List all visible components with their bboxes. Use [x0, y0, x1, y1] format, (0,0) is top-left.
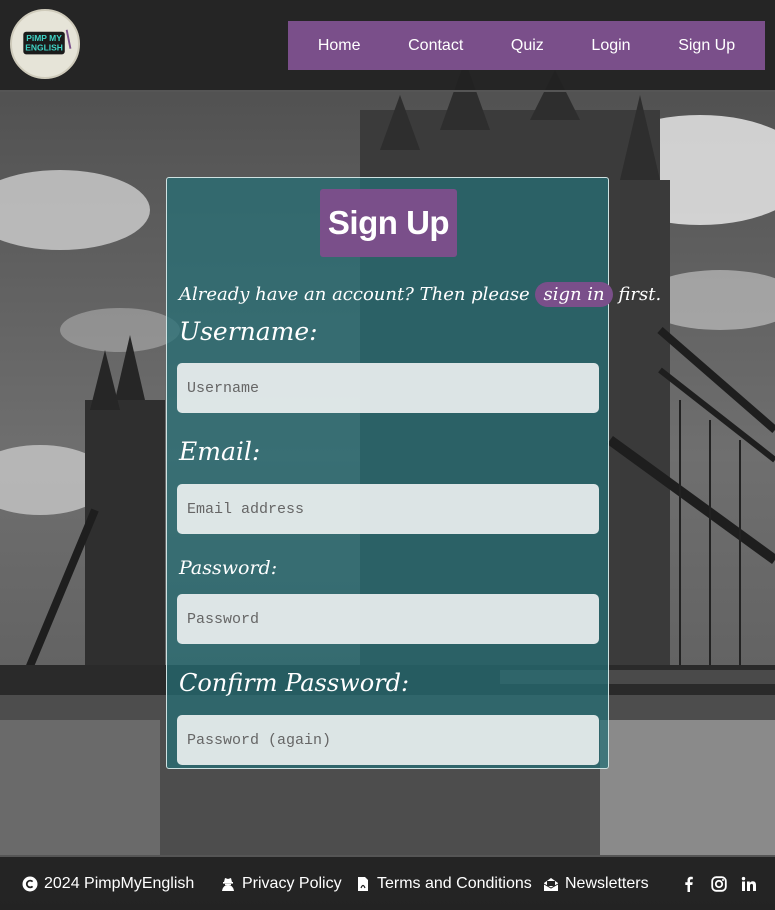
- signin-prompt-prefix: Already have an account? Then please: [179, 284, 530, 305]
- site-footer: 2024 PimpMyEnglish Privacy Policy Terms …: [0, 855, 775, 910]
- linkedin-link[interactable]: [741, 876, 757, 892]
- linkedin-icon: [741, 876, 756, 891]
- password-input[interactable]: [177, 594, 599, 644]
- envelope-open-icon: [543, 877, 559, 891]
- instagram-icon: [711, 875, 727, 892]
- site-header: PiMP MY ENGLISH Home Contact Quiz Login …: [0, 0, 775, 92]
- signin-prompt-suffix: first.: [618, 284, 662, 305]
- confirm-password-label: Confirm Password:: [179, 669, 410, 697]
- logo-graphic: PiMP MY ENGLISH: [12, 11, 78, 77]
- social-links: [681, 857, 757, 910]
- user-secret-icon: [222, 877, 234, 891]
- form-title: Sign Up: [320, 189, 457, 257]
- username-label: Username:: [179, 317, 318, 346]
- username-input[interactable]: [177, 363, 599, 413]
- newsletters-link[interactable]: Newsletters: [565, 875, 649, 893]
- site-logo[interactable]: PiMP MY ENGLISH: [10, 9, 80, 79]
- copyright-icon: [22, 876, 38, 891]
- nav-home-link[interactable]: Home: [318, 37, 361, 55]
- terms-item[interactable]: Terms and Conditions: [355, 857, 532, 910]
- signin-link[interactable]: sign in: [535, 282, 613, 307]
- instagram-link[interactable]: [711, 875, 727, 892]
- nav-quiz-link[interactable]: Quiz: [511, 37, 544, 55]
- copyright: 2024 PimpMyEnglish: [22, 857, 194, 910]
- email-input[interactable]: [177, 484, 599, 534]
- terms-link[interactable]: Terms and Conditions: [377, 875, 532, 893]
- facebook-icon: [685, 876, 693, 892]
- nav-signup-link[interactable]: Sign Up: [678, 37, 735, 55]
- newsletters-item[interactable]: Newsletters: [543, 857, 649, 910]
- privacy-policy-link[interactable]: Privacy Policy: [242, 875, 342, 893]
- nav-contact-link[interactable]: Contact: [408, 37, 463, 55]
- copyright-text: 2024 PimpMyEnglish: [44, 874, 195, 892]
- main-nav: Home Contact Quiz Login Sign Up: [288, 21, 765, 70]
- logo-text-line2: ENGLISH: [25, 43, 63, 53]
- confirm-password-input[interactable]: [177, 715, 599, 765]
- facebook-link[interactable]: [681, 876, 697, 892]
- file-pdf-icon: [358, 876, 368, 891]
- email-label: Email:: [179, 437, 261, 466]
- password-label: Password:: [179, 557, 278, 579]
- signin-prompt: Already have an account? Then please sig…: [179, 282, 661, 307]
- nav-login-link[interactable]: Login: [591, 37, 630, 55]
- signup-form: Sign Up Already have an account? Then pl…: [166, 177, 661, 769]
- privacy-policy-item[interactable]: Privacy Policy: [220, 857, 342, 910]
